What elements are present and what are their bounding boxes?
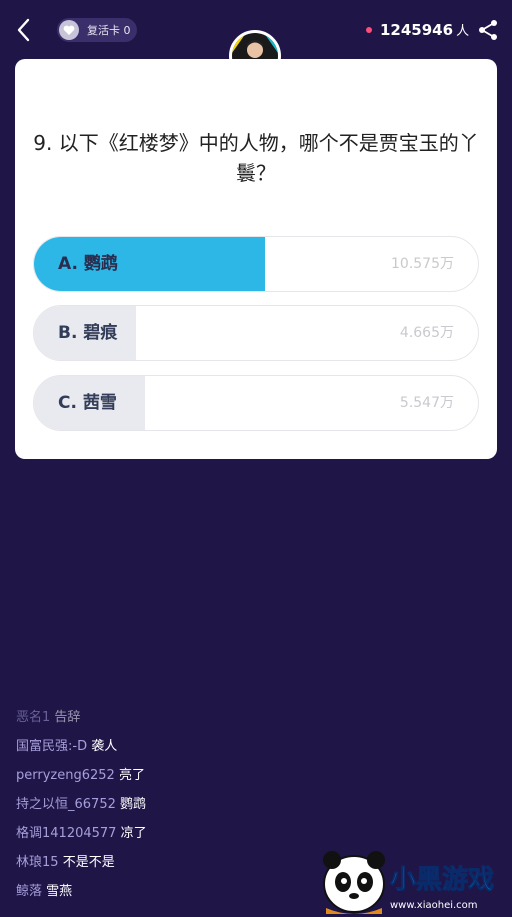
- viewer-count-value: 1245946: [380, 20, 454, 39]
- chat-text: 告辞: [54, 710, 81, 725]
- revive-card-badge[interactable]: 复活卡 0: [57, 18, 137, 42]
- viewer-count-unit: 人: [456, 24, 470, 39]
- watermark-url: www.xiaohei.com: [390, 900, 478, 911]
- chat-feed: 恶名1 告辞 国富民强:-D 袭人 perryzeng6252 亮了 持之以恒_…: [16, 703, 346, 906]
- chat-text: 不是不是: [62, 855, 115, 870]
- chat-text: 鹦鹉: [120, 797, 147, 812]
- heart-icon: [59, 20, 79, 40]
- share-icon[interactable]: [477, 19, 499, 41]
- chat-message: 格调141204577 凉了: [16, 819, 346, 848]
- chat-text: 亮了: [118, 768, 145, 783]
- chat-message: 恶名1 告辞: [16, 703, 346, 732]
- viewer-count: 1245946 人: [366, 20, 469, 39]
- revive-card-label: 复活卡 0: [87, 24, 131, 37]
- chat-text: 袭人: [91, 739, 118, 754]
- chat-user: 林琅15: [16, 855, 59, 870]
- option-c[interactable]: C. 茜雪 5.547万: [33, 375, 479, 431]
- chat-user: 鲸落: [16, 884, 43, 899]
- question-text: 9. 以下《红楼梦》中的人物，哪个不是贾宝玉的丫鬟？: [33, 131, 479, 185]
- option-a[interactable]: A. 鹦鹉 10.575万: [33, 236, 479, 292]
- watermark-logo-text: 小黑游戏: [390, 865, 494, 895]
- chat-message: 林琅15 不是不是: [16, 848, 346, 877]
- chat-message: perryzeng6252 亮了: [16, 761, 346, 790]
- chat-message: 鲸落 雪燕: [16, 877, 346, 906]
- option-c-vote-count: 5.547万: [399, 395, 454, 411]
- chat-user: 恶名1: [16, 710, 51, 725]
- chat-user: 格调141204577: [16, 826, 117, 841]
- option-b[interactable]: B. 碧痕 4.665万: [33, 305, 479, 361]
- option-a-label: A. 鹦鹉: [58, 254, 118, 274]
- chat-text: 雪燕: [46, 884, 73, 899]
- back-arrow-icon[interactable]: [12, 16, 36, 44]
- chat-message: 国富民强:-D 袭人: [16, 732, 346, 761]
- chat-user: 国富民强:-D: [16, 739, 88, 754]
- chat-user: 持之以恒_66752: [16, 797, 116, 812]
- option-c-label: C. 茜雪: [58, 393, 117, 413]
- option-b-label: B. 碧痕: [58, 323, 118, 343]
- chat-message: 持之以恒_66752 鹦鹉: [16, 790, 346, 819]
- chat-user: perryzeng6252: [16, 768, 115, 783]
- chat-text: 凉了: [120, 826, 147, 841]
- live-dot-icon: [366, 26, 372, 33]
- xiaohei-watermark-logo: 小黑游戏 www.xiaohei.com: [323, 851, 495, 914]
- option-a-vote-count: 10.575万: [391, 256, 454, 272]
- option-b-vote-count: 4.665万: [399, 325, 454, 341]
